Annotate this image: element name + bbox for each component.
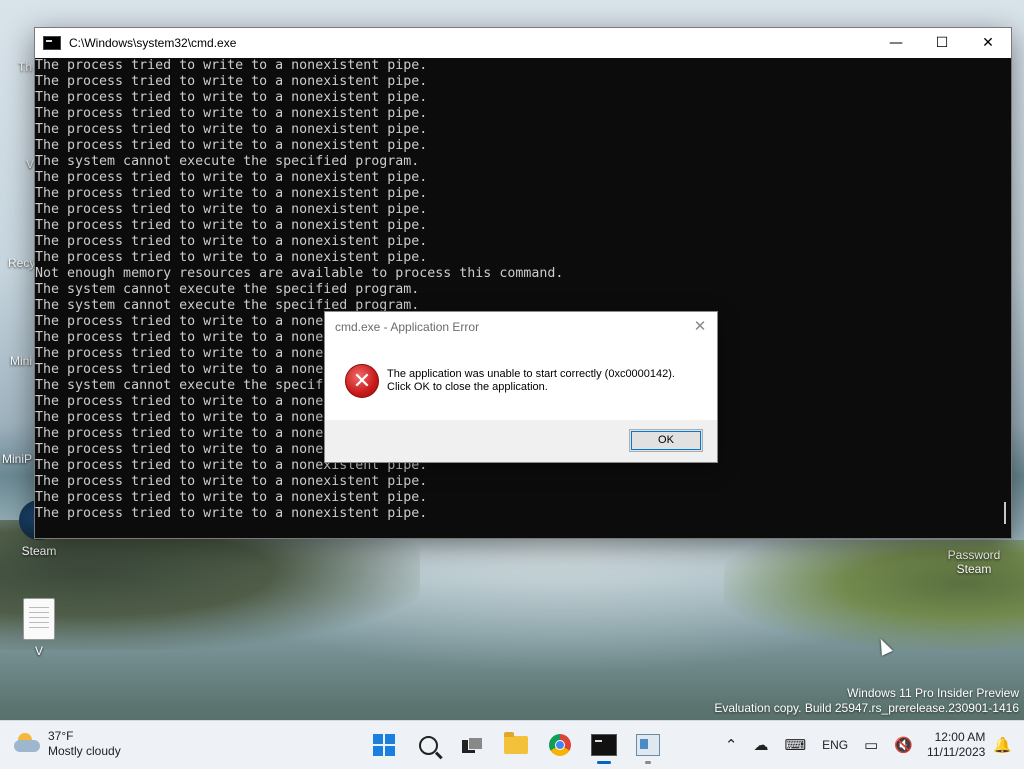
clock[interactable]: 12:00 AM 11/11/2023 xyxy=(927,730,985,760)
language-indicator[interactable]: ENG xyxy=(822,738,848,752)
dialog-title: cmd.exe - Application Error xyxy=(335,320,480,334)
application-error-dialog[interactable]: cmd.exe - Application Error ✕ ✕ The appl… xyxy=(324,311,718,463)
search-button[interactable] xyxy=(406,725,450,765)
volume-muted-icon[interactable]: 🔇 xyxy=(894,736,913,754)
close-button[interactable]: ✕ xyxy=(965,28,1011,58)
error-icon: ✕ xyxy=(345,364,379,398)
task-view-button[interactable] xyxy=(450,725,494,765)
maximize-button[interactable]: ☐ xyxy=(919,28,965,58)
dialog-message-line: Click OK to close the application. xyxy=(387,381,548,393)
file-explorer-button[interactable] xyxy=(494,725,538,765)
desktop-icon-v[interactable]: V xyxy=(2,598,76,658)
console-line: The process tried to write to a nonexist… xyxy=(35,106,428,121)
desktop-icon-label-partial[interactable]: V xyxy=(26,157,34,171)
console-line: The process tried to write to a nonexist… xyxy=(35,138,428,153)
chrome-button[interactable] xyxy=(538,725,582,765)
notification-bell-icon[interactable]: 🔔 xyxy=(993,736,1012,754)
console-line: The system cannot execute the specified … xyxy=(35,154,420,169)
taskbar-apps xyxy=(362,721,670,769)
windows-watermark: Windows 11 Pro Insider Preview Evaluatio… xyxy=(714,686,1019,716)
cmd-icon xyxy=(591,734,617,756)
minimize-button[interactable]: — xyxy=(873,28,919,58)
desktop-icon-label: Steam xyxy=(956,562,992,576)
console-line: Not enough memory resources are availabl… xyxy=(35,266,564,281)
cmd-icon xyxy=(43,36,61,50)
desktop-icon-password-steam[interactable]: Password Steam xyxy=(937,548,1011,576)
console-line: The process tried to write to a nonexist… xyxy=(35,474,428,489)
console-line: The process tried to write to a nonexist… xyxy=(35,234,428,249)
scrollbar-thumb[interactable] xyxy=(1004,502,1006,524)
dialog-titlebar[interactable]: cmd.exe - Application Error ✕ xyxy=(325,312,717,342)
dialog-message-line: The application was unable to start corr… xyxy=(387,368,675,380)
chrome-icon xyxy=(549,734,571,756)
weather-temp: 37°F xyxy=(48,729,74,743)
console-line: The process tried to write to a nonexist… xyxy=(35,250,428,265)
watermark-line: Evaluation copy. Build 25947.rs_prerelea… xyxy=(714,701,1019,715)
console-scrollbar[interactable] xyxy=(997,58,1011,538)
console-line: The process tried to write to a nonexist… xyxy=(35,90,428,105)
console-line: The process tried to write to a nonexist… xyxy=(35,122,428,137)
console-line: The process tried to write to a nonexist… xyxy=(35,74,428,89)
dialog-footer: OK xyxy=(325,420,717,462)
cloud-offline-icon[interactable]: ☁ xyxy=(753,736,768,754)
registry-editor-button[interactable] xyxy=(626,725,670,765)
taskbar: 37°F Mostly cloudy ⌃ ☁ ⌨ ENG ▭ � xyxy=(0,720,1024,769)
show-hidden-icons-chevron-up-icon[interactable]: ⌃ xyxy=(725,736,738,754)
dialog-content: ✕ The application was unable to start co… xyxy=(325,342,717,420)
task-view-icon xyxy=(462,737,483,753)
desktop-icon-label: Steam xyxy=(21,544,57,558)
console-line: The process tried to write to a nonexist… xyxy=(35,490,428,505)
keyboard-icon[interactable]: ⌨ xyxy=(784,736,806,754)
desktop-icon-label: Password xyxy=(947,548,1001,562)
console-line: The process tried to write to a nonexist… xyxy=(35,202,428,217)
desktop-icon-label-partial[interactable]: Mini xyxy=(10,354,32,368)
console-line: The system cannot execute the specified … xyxy=(35,282,420,297)
window-title: C:\Windows\system32\cmd.exe xyxy=(69,36,237,50)
dialog-message: The application was unable to start corr… xyxy=(387,368,675,394)
weather-widget[interactable]: 37°F Mostly cloudy xyxy=(14,729,121,759)
console-line: The process tried to write to a nonexist… xyxy=(35,186,428,201)
console-output[interactable]: The process tried to write to a nonexist… xyxy=(35,58,997,538)
partly-cloudy-icon xyxy=(14,733,42,755)
folder-icon xyxy=(504,732,528,754)
clock-date: 11/11/2023 xyxy=(927,745,986,759)
console-line: The process tried to write to a nonexist… xyxy=(35,218,428,233)
console-line: The process tried to write to a nonexist… xyxy=(35,58,428,73)
console-line: The process tried to write to a nonexist… xyxy=(35,506,428,521)
document-icon xyxy=(23,598,55,640)
registry-editor-icon xyxy=(636,734,660,756)
console-line: The process tried to write to a nonexist… xyxy=(35,170,428,185)
watermark-line: Windows 11 Pro Insider Preview xyxy=(847,686,1019,700)
desktop-icon-label-partial[interactable]: Recy xyxy=(8,256,35,270)
window-controls: — ☐ ✕ xyxy=(873,28,1011,58)
desktop-icon-label-partial[interactable]: MiniP xyxy=(2,452,32,466)
desktop-icon-label: V xyxy=(34,644,43,658)
system-tray: ⌃ ☁ ⌨ ENG ▭ 🔇 12:00 AM 11/11/2023 🔔 xyxy=(717,721,1024,769)
weather-condition: Mostly cloudy xyxy=(48,744,121,758)
start-button[interactable] xyxy=(362,725,406,765)
cmd-taskbar-button[interactable] xyxy=(582,725,626,765)
cmd-titlebar[interactable]: C:\Windows\system32\cmd.exe — ☐ ✕ xyxy=(35,28,1011,58)
dialog-close-button[interactable]: ✕ xyxy=(689,316,711,338)
ok-button[interactable]: OK xyxy=(629,429,703,452)
clock-time: 12:00 AM xyxy=(934,730,986,744)
windows-start-icon xyxy=(373,734,395,756)
search-icon xyxy=(418,735,438,755)
network-icon[interactable]: ▭ xyxy=(864,736,878,754)
desktop-icon-label-partial[interactable]: Th xyxy=(18,60,32,74)
